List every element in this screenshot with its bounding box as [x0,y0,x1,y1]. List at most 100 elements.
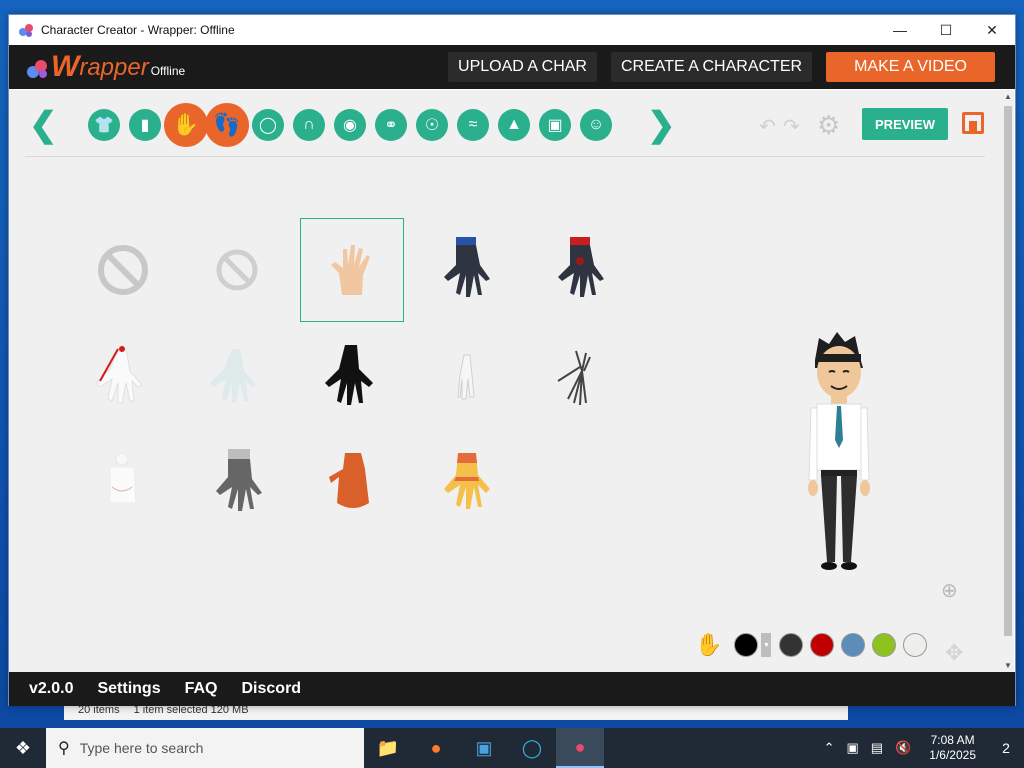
color-swatch-darkgray[interactable] [779,633,804,657]
save-icon[interactable] [962,112,984,134]
hand-option-skeleton[interactable] [529,324,633,428]
scroll-thumb[interactable] [1004,106,1012,636]
firefox-icon[interactable]: ● [412,728,460,768]
minimize-button[interactable]: — [877,15,923,45]
palette-hand-icon[interactable]: ✋ [695,632,722,658]
close-button[interactable]: ✕ [969,15,1015,45]
notifications-icon[interactable]: 2 [988,728,1024,768]
prev-category-arrow-icon[interactable]: ❮ [29,105,58,145]
settings-link[interactable]: Settings [97,680,160,698]
redo-icon[interactable]: ↷ [783,114,800,139]
window-title: Character Creator - Wrapper: Offline [41,23,235,37]
app-header: W rapper Offline UPLOAD A CHAR CREATE A … [9,45,1015,89]
taskbar-search[interactable]: ⚲ Type here to search [46,728,364,768]
category-eye-icon[interactable]: ☉ [416,109,448,141]
hand-option-red-cuff[interactable] [529,218,633,322]
glove-icon [210,349,256,403]
network-icon[interactable]: ▤ [871,740,883,756]
character-creator-window: Character Creator - Wrapper: Offline — ☐… [8,14,1016,706]
file-explorer-icon[interactable]: 📁 [364,728,412,768]
upload-char-button[interactable]: UPLOAD A CHAR [448,52,597,82]
vertical-scrollbar[interactable]: ▲ ▼ [1002,90,1014,672]
color-swatch-blue[interactable] [841,633,866,657]
hand-option-gray-glove[interactable] [185,430,289,534]
logo-suffix: Offline [150,64,186,78]
none-icon [216,249,258,291]
category-pants-icon[interactable]: ▮ [129,109,161,141]
glove-icon [558,237,604,297]
version-label: v2.0.0 [29,680,74,697]
mitten-icon [329,453,369,508]
volume-muted-icon[interactable]: 🔇 [895,740,911,756]
color-swatch-red[interactable] [810,633,835,657]
scroll-up-icon[interactable]: ▲ [1004,92,1012,101]
category-toolbar: ❮ 👕 ▮ ✋ 👣 ◯ ∩ ◉ ⚭ ☉ ≈ ▲ ▣ ☺ ❯ ↶ ↷ ⚙ PREV… [9,90,1003,158]
search-icon: ⚲ [58,740,70,757]
logo-text: rapper [79,54,149,81]
hand-option-white-red[interactable] [71,324,175,428]
edge-icon[interactable]: ◯ [508,728,556,768]
category-glasses-icon[interactable]: ▣ [539,109,571,141]
next-category-arrow-icon[interactable]: ❯ [647,105,676,145]
category-hair-icon[interactable]: ∩ [293,109,325,141]
preview-button[interactable]: PREVIEW [862,108,948,140]
scroll-down-icon[interactable]: ▼ [1004,661,1012,670]
category-ear-icon[interactable]: ⚭ [375,109,407,141]
discord-link[interactable]: Discord [242,680,302,698]
hand-option-black[interactable] [300,324,404,428]
color-palette: ✋ ▼ [695,630,934,660]
glove-icon [325,345,373,405]
system-tray: ⌃ ▣ ▤ 🔇 7:08 AM 1/6/2025 2 [818,728,1024,768]
glove-icon [216,449,262,511]
color-swatch-black[interactable] [734,633,759,657]
hand-option-pale[interactable] [185,324,289,428]
none-icon [98,245,148,295]
windows-start-icon[interactable]: ❖ [0,728,46,768]
logo-w: W [51,50,80,83]
undo-icon[interactable]: ↶ [759,114,776,139]
hand-option-none[interactable] [71,218,175,322]
chevron-up-icon[interactable]: ⌃ [824,740,835,756]
logo-bubbles-icon [27,60,47,78]
mitten-icon [109,452,137,504]
category-head-icon[interactable]: ☺ [580,109,612,141]
category-nose-icon[interactable]: ▲ [498,109,530,141]
category-hands-icon[interactable]: ✋ [164,103,208,147]
category-shoes-icon[interactable]: 👣 [205,103,249,147]
security-icon[interactable]: ▣ [847,740,859,756]
hand-option-striped-glove[interactable] [415,430,519,534]
category-shirt-icon[interactable]: 👕 [88,109,120,141]
gear-icon[interactable]: ⚙ [817,110,840,141]
virtualbox-icon[interactable]: ▣ [460,728,508,768]
swatch-dropdown-icon[interactable]: ▼ [761,633,772,657]
wrapper-taskbar-icon[interactable]: ● [556,728,604,768]
make-video-button[interactable]: MAKE A VIDEO [826,52,995,82]
color-swatch-green[interactable] [872,633,897,657]
wrapper-logo[interactable]: W rapper Offline [25,52,185,82]
clock-time: 7:08 AM [930,733,975,747]
category-eyebrow-icon[interactable]: ≈ [457,109,489,141]
glove-icon [444,453,490,509]
clock[interactable]: 7:08 AM 1/6/2025 [929,733,976,763]
color-swatch-white[interactable] [903,633,928,657]
faq-link[interactable]: FAQ [185,680,218,698]
category-mouth-icon[interactable]: ◉ [334,109,366,141]
notification-count: 2 [1002,740,1010,756]
hand-option-faint[interactable] [415,324,519,428]
hand-option-none-2[interactable] [185,218,289,322]
wrapper-app-icon [19,24,33,37]
search-placeholder: Type here to search [79,740,204,756]
hand-option-skin[interactable] [300,218,404,322]
skeleton-hand-icon [557,350,591,406]
glove-icon [444,237,490,297]
character-editor: ❮ 👕 ▮ ✋ 👣 ◯ ∩ ◉ ⚭ ☉ ≈ ▲ ▣ ☺ ❯ ↶ ↷ ⚙ PREV… [9,90,1003,672]
category-face-icon[interactable]: ◯ [252,109,284,141]
maximize-button[interactable]: ☐ [923,15,969,45]
hand-option-white-mitten[interactable] [71,430,175,534]
title-bar: Character Creator - Wrapper: Offline — ☐… [9,15,1015,45]
hand-option-orange-mitten[interactable] [300,430,404,534]
zoom-in-icon[interactable]: ⊕ [941,578,958,603]
move-icon[interactable]: ✥ [945,640,963,666]
hand-option-dark-blue-cuff[interactable] [415,218,519,322]
create-character-button[interactable]: CREATE A CHARACTER [610,52,813,82]
